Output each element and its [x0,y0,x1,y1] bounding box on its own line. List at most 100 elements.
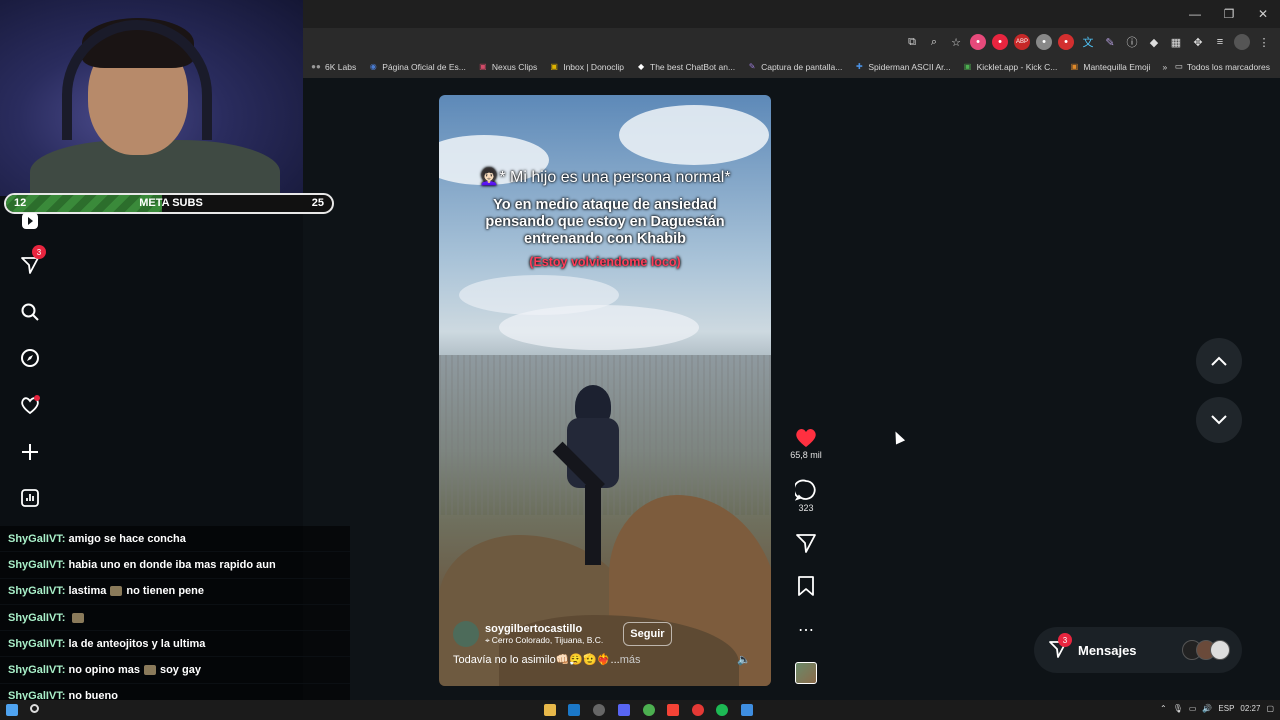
extension-icon[interactable]: • [970,34,986,50]
volume-icon[interactable]: 🔈 [737,653,751,666]
steam-icon[interactable] [568,704,580,716]
windows-start-icon[interactable] [6,704,18,716]
bookmark-label: 6K Labs [325,62,357,72]
bookmark-favicon-icon: ◉ [369,62,377,71]
more-options-icon[interactable]: ⋯ [782,620,830,640]
share-action[interactable] [782,532,830,554]
bookmark-item[interactable]: ◉ Página Oficial de Es... [368,62,466,72]
heart-filled-icon[interactable] [794,426,818,448]
chat-username[interactable]: ShyGalIVT: [8,585,65,597]
bookmark-item[interactable]: ▣ Inbox | Donoclip [549,62,624,72]
messages-button[interactable]: 3 Mensajes [1034,627,1242,673]
puzzle-icon[interactable]: ✥ [1190,34,1206,50]
webcam-overlay [0,0,303,196]
window-controls: — ❐ ✕ [1178,0,1280,28]
previous-reel-button[interactable] [1196,338,1242,384]
bookmark-icon[interactable] [797,575,815,597]
clock[interactable]: 02:27 [1240,704,1260,713]
share-paper-plane-icon[interactable] [795,532,817,554]
system-tray: ⌃ 🎙 ▭ 🔊 ESP 02:27 ▢ [1160,704,1274,713]
author-username[interactable]: soygilbertocastillo [485,623,603,635]
heart-notifications-icon[interactable] [18,393,42,417]
zoom-icon[interactable]: ⌕ [926,34,942,50]
diamond-icon[interactable]: ◆ [1146,34,1162,50]
bookmark-favicon-icon: ✎ [748,62,756,71]
messages-badge: 3 [1058,633,1072,647]
bookmark-favicon-icon: ●● [311,62,321,71]
folder-icon: ▭ [1174,61,1183,71]
extension-icon[interactable]: • [992,34,1008,50]
install-app-icon[interactable]: ⧉ [904,34,920,50]
obs-icon[interactable] [593,704,605,716]
video-caption: Todavía no lo asimilo👊🏻😮‍💨🫡❤️‍🔥... [453,654,620,666]
all-bookmarks-button[interactable]: ▭ Todos los marcadores [1175,61,1270,72]
pen-icon[interactable]: ✎ [1102,34,1118,50]
menu-dots-icon[interactable]: ⋮ [1256,34,1272,50]
all-bookmarks-label: Todos los marcadores [1186,61,1270,72]
bookmark-label: Página Oficial de Es... [382,62,466,72]
extension-icon[interactable]: • [1058,34,1074,50]
comment-action[interactable]: 323 [782,479,830,513]
close-button[interactable]: ✕ [1246,0,1280,28]
create-plus-icon[interactable] [18,440,42,464]
bookmarks-overflow-button[interactable]: » [1162,62,1167,72]
bookmark-favicon-icon: ▣ [550,62,558,71]
bookmark-item[interactable]: ✚ Spiderman ASCII Ar... [854,62,951,72]
mic-icon[interactable]: 🎙 [1173,704,1183,713]
dashboard-icon[interactable] [18,486,42,510]
reels-icon[interactable] [18,209,42,233]
taskbar-search-icon[interactable] [30,704,39,713]
bookmark-item[interactable]: ◆ The best ChatBot an... [636,62,735,72]
minimize-button[interactable]: — [1178,0,1212,28]
bookmark-item[interactable]: ▣ Nexus Clips [478,62,537,72]
direct-messages-icon[interactable]: 3 [18,245,46,277]
maximize-button[interactable]: ❐ [1212,0,1246,28]
chrome-icon[interactable] [643,704,655,716]
chat-text: no opino mas [68,664,140,677]
save-action[interactable] [782,575,830,597]
discord-icon[interactable] [618,704,630,716]
search-icon[interactable] [18,300,42,324]
bookmark-item[interactable]: ✎ Captura de pantalla... [747,62,843,72]
follow-button[interactable]: Seguir [623,622,672,646]
video-location[interactable]: Cerro Colorado, Tijuana, B.C. [492,635,604,645]
chat-username[interactable]: ShyGalIVT: [8,638,65,650]
network-icon[interactable]: ▭ [1189,704,1197,713]
bookmark-item[interactable]: ▣ Kicklet.app - Kick C... [963,62,1058,72]
star-bookmark-icon[interactable]: ☆ [948,34,964,50]
chat-text: habia uno en donde iba mas rapido aun [68,558,276,571]
notifications-icon[interactable]: ▢ [1266,704,1274,713]
stream-chat: ShyGalIVT: amigo se hace concha ShyGalIVT:… [0,526,350,711]
adblock-icon[interactable]: ABP [1014,34,1030,50]
info-icon[interactable]: ⓘ [1124,34,1140,50]
next-reel-button[interactable] [1196,397,1242,443]
profile-avatar[interactable] [1234,34,1250,50]
chat-username[interactable]: ShyGalIVT: [8,533,65,545]
extension-icon[interactable]: ▦ [1168,34,1184,50]
caption-more-link[interactable]: más [620,654,641,666]
chat-username[interactable]: ShyGalIVT: [8,559,65,571]
bookmark-item[interactable]: ●● 6K Labs [311,62,356,72]
location-pin-icon: ⌖ [485,634,490,645]
bookmarks-bar: ●● 6K Labs ◉ Página Oficial de Es... ▣ Nexus … [303,56,1280,78]
youtube-icon[interactable] [692,704,704,716]
chat-username[interactable]: ShyGalIVT: [8,612,65,624]
translate-icon[interactable]: 文 [1080,34,1096,50]
like-action[interactable]: 65,8 mil [782,426,830,460]
author-avatar[interactable] [453,621,479,647]
spotify-icon[interactable] [716,704,728,716]
language-indicator[interactable]: ESP [1218,704,1234,713]
volume-tray-icon[interactable]: 🔊 [1202,704,1212,713]
bookmark-item[interactable]: ▣ Mantequilla Emoji [1069,62,1151,72]
tray-chevron-icon[interactable]: ⌃ [1160,704,1167,713]
extension-icon[interactable]: • [1036,34,1052,50]
media-icon[interactable]: ≡ [1212,34,1228,50]
chat-username[interactable]: ShyGalIVT: [8,664,65,676]
explore-compass-icon[interactable] [18,346,42,370]
app-icon[interactable] [741,704,753,716]
bookmark-favicon-icon: ▣ [1070,62,1079,71]
comment-bubble-icon[interactable] [795,479,817,501]
file-explorer-icon[interactable] [544,704,556,716]
brave-icon[interactable] [667,704,679,716]
audio-thumbnail[interactable] [782,662,830,684]
